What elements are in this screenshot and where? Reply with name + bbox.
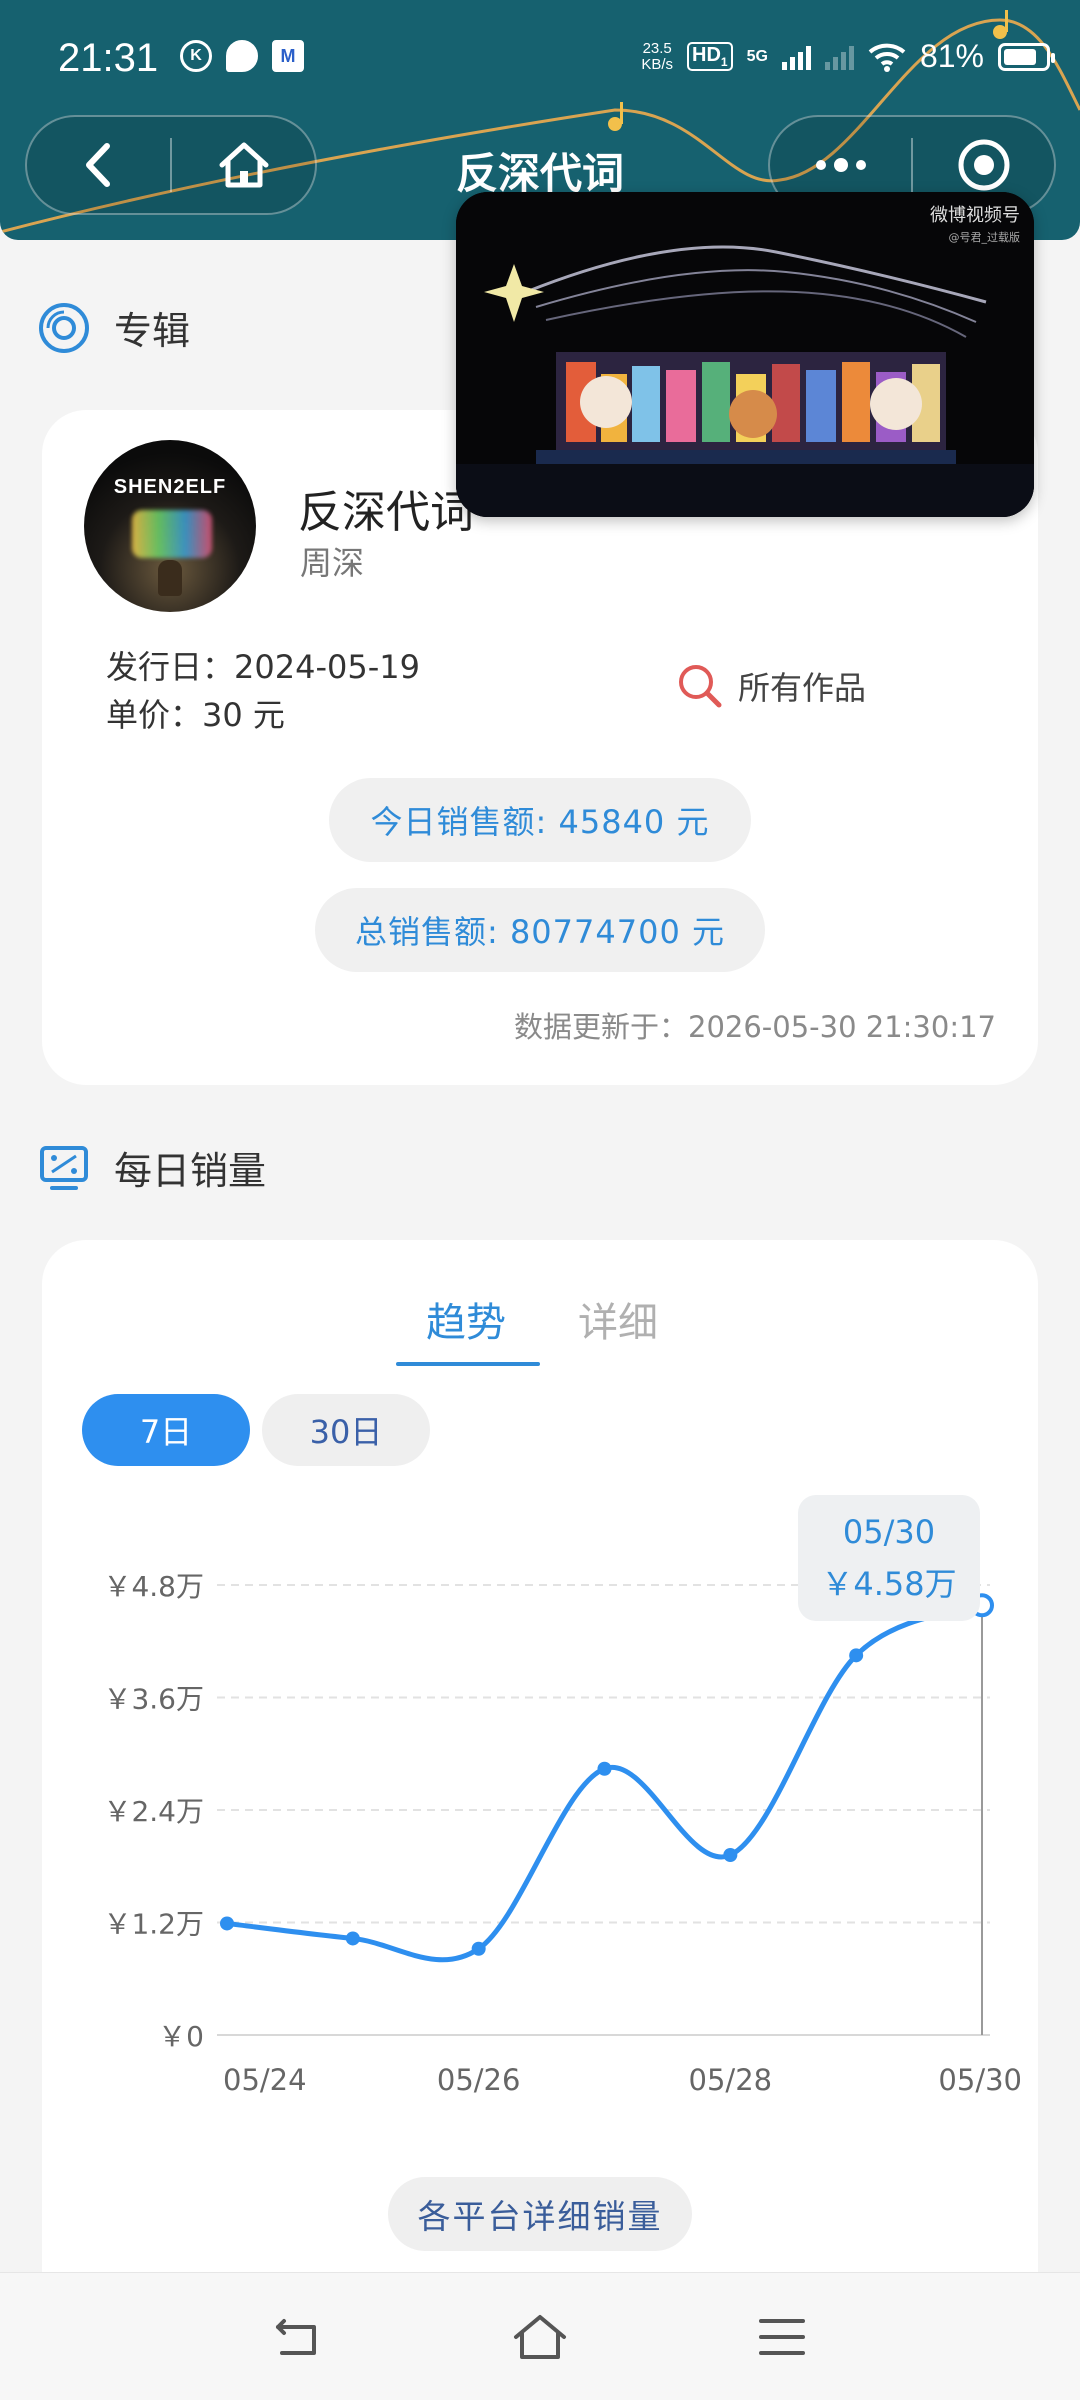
data-point bbox=[471, 1941, 486, 1956]
x-tick-label: 05/24 bbox=[223, 2063, 307, 2097]
y-tick-label: ￥4.8万 bbox=[103, 1570, 204, 1603]
vinyl-icon bbox=[39, 302, 89, 353]
net-speed: 23.5 KB/s bbox=[641, 39, 674, 73]
video-watermark-text: 微博视频号 bbox=[930, 205, 1020, 226]
album-section-label: 专辑 bbox=[114, 309, 191, 353]
target-icon bbox=[958, 139, 1009, 191]
today-sales-badge: 今日销售额: 45840 元 bbox=[329, 778, 751, 862]
back-arrow-icon bbox=[276, 2319, 316, 2355]
system-home-button[interactable] bbox=[510, 2307, 570, 2367]
chat-bubble-icon bbox=[226, 40, 258, 72]
x-tick-label: 05/26 bbox=[437, 2063, 521, 2097]
x-tick-label: 05/28 bbox=[689, 2063, 773, 2097]
search-icon bbox=[679, 665, 722, 708]
y-tick-label: ￥3.6万 bbox=[103, 1683, 204, 1716]
k-app-icon: K bbox=[180, 40, 212, 72]
status-right: 23.5 KB/s HD1 5G 81% bbox=[641, 38, 1055, 75]
daily-section-label: 每日销量 bbox=[114, 1149, 267, 1193]
y-tick-label: ￥2.4万 bbox=[103, 1795, 204, 1828]
hd-icon: HD1 bbox=[687, 42, 733, 71]
tooltip-date: 05/30 bbox=[843, 1513, 935, 1551]
more-dots-icon bbox=[815, 158, 866, 172]
net-speed-unit: KB/s bbox=[641, 55, 674, 73]
hd-label: HD bbox=[692, 44, 721, 66]
release-date: 发行日：2024-05-19 bbox=[106, 648, 420, 686]
daily-sales-card: 趋势 详细 7日 30日 ￥0 ￥1.2万 ￥2.4万 ￥3.6万 ￥4.8万 05/24… bbox=[42, 1240, 1038, 2400]
chart-monitor-icon bbox=[40, 1145, 88, 1190]
floating-video-player[interactable]: 微博视频号 @号君_过载版 bbox=[456, 192, 1034, 517]
hd-sub: 1 bbox=[720, 55, 728, 69]
album-cover[interactable]: SHEN2ELF bbox=[84, 440, 256, 612]
x-tick-label: 05/30 bbox=[938, 2063, 1022, 2097]
data-point bbox=[220, 1916, 234, 1931]
cover-art-figure bbox=[158, 560, 182, 596]
network-type: 5G bbox=[746, 47, 768, 65]
video-watermark: 微博视频号 @号君_过载版 bbox=[930, 206, 1020, 248]
y-tick-label: ￥0 bbox=[158, 2020, 204, 2053]
data-point bbox=[849, 1648, 864, 1663]
unit-price: 单价：30 元 bbox=[106, 696, 285, 734]
signal-2-icon bbox=[824, 44, 854, 70]
all-works-label: 所有作品 bbox=[738, 669, 867, 707]
daily-section-header: 每日销量 bbox=[38, 1140, 266, 1195]
menu-icon bbox=[759, 2319, 805, 2355]
battery-fill bbox=[1004, 48, 1037, 65]
total-sales-badge: 总销售额: 80774700 元 bbox=[315, 888, 765, 972]
platform-details-button[interactable]: 各平台详细销量 bbox=[388, 2177, 692, 2251]
sales-line bbox=[226, 1602, 983, 1963]
home-outline-icon bbox=[514, 2315, 566, 2359]
daily-sales-line-chart[interactable]: ￥0 ￥1.2万 ￥2.4万 ￥3.6万 ￥4.8万 05/24 05/26 05/28 05/… bbox=[42, 1240, 1038, 2160]
y-tick-label: ￥1.2万 bbox=[103, 1908, 204, 1941]
signal-icon bbox=[781, 44, 811, 70]
notification-icons: K M bbox=[180, 40, 304, 72]
wifi-icon bbox=[868, 43, 906, 72]
data-point bbox=[723, 1848, 738, 1862]
status-bar: 21:31 K M 23.5 KB/s HD1 5G 81% bbox=[0, 0, 1080, 120]
net-speed-value: 23.5 bbox=[642, 39, 672, 57]
album-title: 反深代词 bbox=[298, 487, 474, 538]
mail-icon: M bbox=[272, 40, 304, 72]
system-back-button[interactable] bbox=[268, 2307, 328, 2367]
cover-art-wave bbox=[132, 510, 212, 558]
data-point bbox=[345, 1931, 360, 1946]
data-point bbox=[597, 1761, 612, 1776]
all-works-link[interactable]: 所有作品 bbox=[676, 662, 866, 710]
cover-title: SHEN2ELF bbox=[113, 476, 227, 498]
battery-percent: 81% bbox=[919, 38, 984, 74]
system-navigation-bar bbox=[0, 2272, 1080, 2400]
status-time: 21:31 bbox=[58, 36, 159, 80]
battery-icon bbox=[998, 42, 1055, 71]
video-watermark-sub: @号君_过载版 bbox=[948, 231, 1021, 244]
album-artist[interactable]: 周深 bbox=[300, 538, 364, 584]
tooltip-value: ￥4.58万 bbox=[821, 1565, 956, 1603]
update-time: 数据更新于：2026-05-30 21:30:17 bbox=[514, 1010, 996, 1044]
album-section-header: 专辑 bbox=[38, 300, 190, 355]
system-menu-button[interactable] bbox=[752, 2307, 812, 2367]
